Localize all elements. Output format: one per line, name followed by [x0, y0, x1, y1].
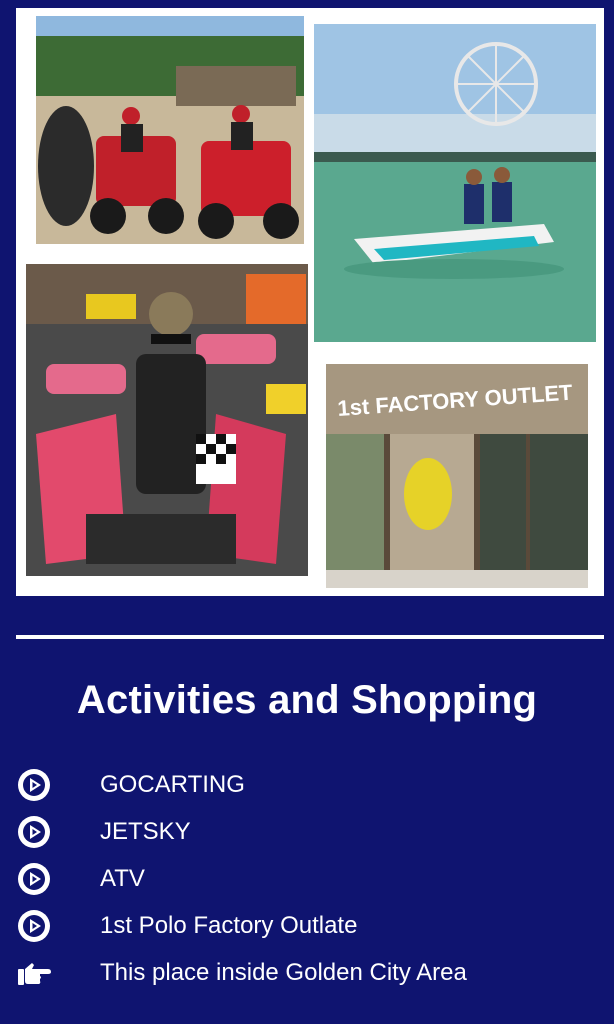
list-item-atv: ATV [0, 859, 614, 899]
atv-photo[interactable] [36, 16, 304, 244]
list-item-location-note: This place inside Golden City Area [0, 953, 614, 993]
outlet-photo[interactable]: 1st FACTORY OUTLET [326, 364, 588, 588]
list-item-gocarting: GOCARTING [0, 765, 614, 805]
play-circle-icon [18, 910, 50, 942]
list-item-label: 1st Polo Factory Outlate [100, 912, 358, 939]
play-circle-icon [18, 769, 50, 801]
gokart-photo[interactable] [26, 264, 308, 576]
pointing-hand-icon [18, 963, 51, 985]
jetski-photo[interactable] [314, 24, 596, 342]
list-item-label: ATV [100, 865, 145, 892]
list-item-label: This place inside Golden City Area [100, 959, 467, 986]
section-title: Activities and Shopping [76, 678, 538, 722]
list-item-label: GOCARTING [100, 771, 245, 798]
section-divider [16, 635, 604, 639]
list-item-jetsky: JETSKY [0, 812, 614, 852]
play-circle-icon [18, 816, 50, 848]
play-circle-icon [18, 863, 50, 895]
list-item-label: JETSKY [100, 818, 191, 845]
list-item-factory-outlet: 1st Polo Factory Outlate [0, 906, 614, 946]
photo-collage: 1st FACTORY OUTLET [16, 8, 604, 596]
